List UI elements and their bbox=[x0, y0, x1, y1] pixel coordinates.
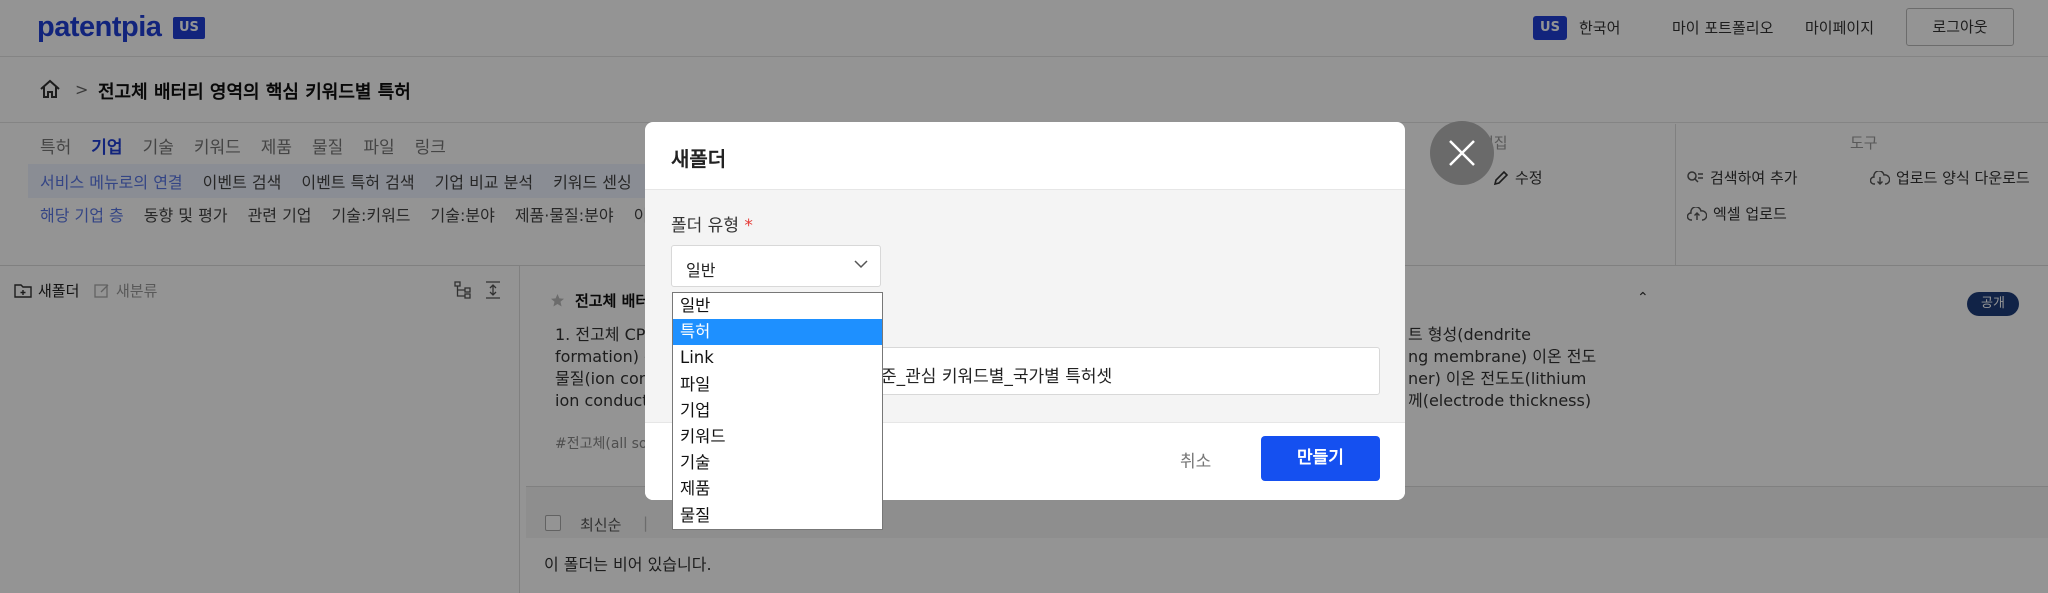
option-company[interactable]: 기업 bbox=[673, 398, 882, 424]
folder-name-value: 준_관심 키워드별_국가별 특허셋 bbox=[881, 367, 1113, 387]
option-file[interactable]: 파일 bbox=[673, 372, 882, 398]
option-link[interactable]: Link bbox=[673, 345, 882, 371]
folder-type-label: 폴더 유형 * bbox=[671, 211, 753, 236]
folder-type-value: 일반 bbox=[686, 261, 716, 280]
option-keyword[interactable]: 키워드 bbox=[673, 424, 882, 450]
option-patent[interactable]: 특허 bbox=[673, 319, 882, 346]
option-product[interactable]: 제품 bbox=[673, 476, 882, 502]
close-icon bbox=[1449, 140, 1475, 166]
chevron-down-icon bbox=[854, 260, 868, 269]
folder-type-label-text: 폴더 유형 bbox=[671, 216, 739, 236]
dialog-title: 새폴더 bbox=[671, 147, 727, 171]
option-technology[interactable]: 기술 bbox=[673, 450, 882, 476]
cancel-button[interactable]: 취소 bbox=[1180, 447, 1211, 472]
option-general[interactable]: 일반 bbox=[673, 293, 882, 319]
dialog-header: 새폴더 bbox=[645, 122, 1405, 190]
required-mark: * bbox=[744, 216, 753, 236]
create-button[interactable]: 만들기 bbox=[1261, 436, 1380, 481]
option-material[interactable]: 물질 bbox=[673, 503, 882, 529]
folder-type-dropdown-list: 일반 특허 Link 파일 기업 키워드 기술 제품 물질 bbox=[672, 292, 883, 530]
modal-close-button[interactable] bbox=[1430, 121, 1494, 185]
folder-type-select[interactable]: 일반 bbox=[671, 245, 881, 287]
